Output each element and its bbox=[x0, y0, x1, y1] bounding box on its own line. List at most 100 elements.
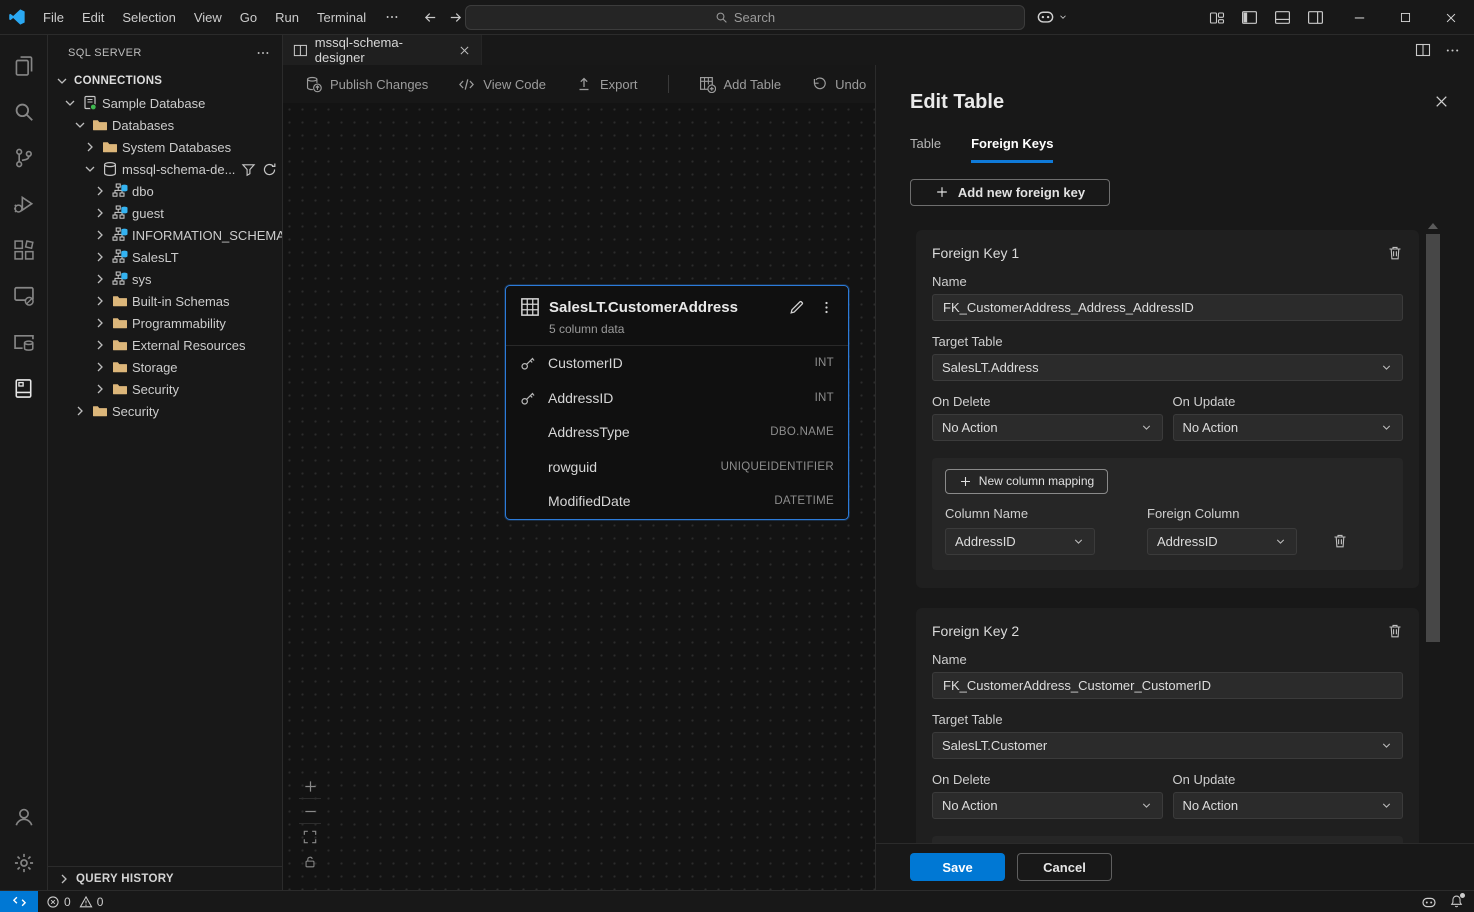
problems-indicator[interactable]: 0 0 bbox=[46, 895, 103, 909]
delete-foreign-key-icon[interactable] bbox=[1387, 623, 1403, 639]
menu-view[interactable]: View bbox=[185, 0, 231, 35]
tree-item-dbo[interactable]: dbo bbox=[48, 180, 282, 202]
window-maximize-button[interactable] bbox=[1382, 0, 1428, 35]
source-control-icon[interactable] bbox=[0, 135, 48, 181]
new-column-mapping-button[interactable]: New column mapping bbox=[945, 469, 1108, 494]
tab-foreign-keys[interactable]: Foreign Keys bbox=[971, 136, 1053, 163]
save-button[interactable]: Save bbox=[910, 853, 1005, 881]
mapping-foreign-select[interactable]: AddressID bbox=[1147, 528, 1297, 555]
mapping-column-select[interactable]: AddressID bbox=[945, 528, 1095, 555]
menu-edit[interactable]: Edit bbox=[73, 0, 113, 35]
menu-more-icon[interactable] bbox=[375, 10, 409, 24]
fit-view-icon[interactable] bbox=[299, 824, 321, 849]
delete-mapping-icon[interactable] bbox=[1332, 533, 1348, 549]
delete-foreign-key-icon[interactable] bbox=[1387, 245, 1403, 261]
schema-canvas[interactable]: SalesLT.CustomerAddress 5 column data bbox=[283, 103, 875, 890]
nav-back-icon[interactable] bbox=[423, 10, 438, 25]
scrollbar-thumb[interactable] bbox=[1426, 234, 1440, 642]
notifications-bell-icon[interactable] bbox=[1449, 894, 1464, 909]
zoom-out-icon[interactable] bbox=[299, 799, 321, 824]
fk2-on-update-select[interactable]: No Action bbox=[1173, 792, 1404, 819]
tab-mssql-schema-designer[interactable]: mssql-schema-designer bbox=[283, 35, 482, 65]
export-button[interactable]: Export bbox=[576, 76, 638, 92]
table-card-customeraddress[interactable]: SalesLT.CustomerAddress 5 column data bbox=[505, 285, 849, 520]
tree-item-security-db[interactable]: Security bbox=[48, 378, 282, 400]
column-row[interactable]: AddressType DBO.NAME bbox=[506, 415, 848, 450]
column-row[interactable]: ModifiedDate DATETIME bbox=[506, 484, 848, 519]
column-row[interactable]: AddressID INT bbox=[506, 381, 848, 416]
copilot-menu[interactable] bbox=[1036, 7, 1068, 26]
fk1-on-update-select[interactable]: No Action bbox=[1173, 414, 1404, 441]
tree-item-programmability[interactable]: Programmability bbox=[48, 312, 282, 334]
editor-more-actions-icon[interactable] bbox=[1445, 43, 1460, 58]
fk1-target-table-select[interactable]: SalesLT.Address bbox=[932, 354, 1403, 381]
menu-selection[interactable]: Selection bbox=[113, 0, 184, 35]
tree-item-sample-database[interactable]: Sample Database bbox=[48, 92, 282, 114]
split-editor-icon[interactable] bbox=[1415, 42, 1431, 58]
chevron-down-icon bbox=[1380, 739, 1393, 752]
refresh-icon[interactable] bbox=[262, 162, 277, 177]
tree-item-saleslt[interactable]: SalesLT bbox=[48, 246, 282, 268]
run-debug-icon[interactable] bbox=[0, 181, 48, 227]
publish-changes-button[interactable]: Publish Changes bbox=[305, 76, 428, 93]
sql-server-icon[interactable] bbox=[0, 319, 48, 365]
add-table-button[interactable]: Add Table bbox=[699, 76, 782, 93]
filter-icon[interactable] bbox=[241, 162, 256, 177]
fk2-on-delete-select[interactable]: No Action bbox=[932, 792, 1163, 819]
tree-item-mssql-schema-database[interactable]: mssql-schema-de... bbox=[48, 158, 282, 180]
command-search-box[interactable]: Search bbox=[465, 5, 1025, 30]
panel-close-icon[interactable] bbox=[1433, 93, 1450, 110]
toggle-primary-sidebar-icon[interactable] bbox=[1241, 9, 1258, 26]
extensions-icon[interactable] bbox=[0, 227, 48, 273]
remote-indicator[interactable] bbox=[0, 891, 38, 912]
add-new-foreign-key-button[interactable]: Add new foreign key bbox=[910, 179, 1110, 206]
cancel-button[interactable]: Cancel bbox=[1017, 853, 1112, 881]
fk2-target-table-select[interactable]: SalesLT.Customer bbox=[932, 732, 1403, 759]
sidebar-more-icon[interactable] bbox=[256, 46, 270, 60]
scroll-up-arrow[interactable] bbox=[1428, 223, 1438, 229]
tab-table[interactable]: Table bbox=[910, 136, 941, 163]
undo-button[interactable]: Undo bbox=[811, 76, 866, 92]
explorer-icon[interactable] bbox=[0, 43, 48, 89]
name-label: Name bbox=[932, 652, 1403, 667]
window-close-button[interactable] bbox=[1428, 0, 1474, 35]
menu-run[interactable]: Run bbox=[266, 0, 308, 35]
tree-item-builtin-schemas[interactable]: Built-in Schemas bbox=[48, 290, 282, 312]
tab-close-icon[interactable] bbox=[458, 44, 471, 57]
toggle-secondary-sidebar-icon[interactable] bbox=[1307, 9, 1324, 26]
search-view-icon[interactable] bbox=[0, 89, 48, 135]
toggle-panel-icon[interactable] bbox=[1274, 9, 1291, 26]
customize-layout-icon[interactable] bbox=[1209, 10, 1225, 26]
tree-item-security-server[interactable]: Security bbox=[48, 400, 282, 422]
menu-terminal[interactable]: Terminal bbox=[308, 0, 375, 35]
query-history-section[interactable]: QUERY HISTORY bbox=[48, 866, 282, 890]
schema-designer-icon[interactable] bbox=[0, 365, 48, 411]
copilot-status-icon[interactable] bbox=[1421, 894, 1437, 910]
fk1-name-input[interactable] bbox=[932, 294, 1403, 321]
account-icon[interactable] bbox=[0, 794, 48, 840]
tree-item-system-databases[interactable]: System Databases bbox=[48, 136, 282, 158]
table-kebab-menu-icon[interactable] bbox=[819, 300, 834, 315]
column-row[interactable]: CustomerID INT bbox=[506, 346, 848, 381]
nav-forward-icon[interactable] bbox=[448, 10, 463, 25]
window-minimize-button[interactable] bbox=[1336, 0, 1382, 35]
tree-item-guest[interactable]: guest bbox=[48, 202, 282, 224]
tree-item-databases[interactable]: Databases bbox=[48, 114, 282, 136]
tree-section-connections[interactable]: CONNECTIONS bbox=[48, 70, 282, 92]
zoom-in-icon[interactable] bbox=[299, 774, 321, 799]
fk1-on-delete-select[interactable]: No Action bbox=[932, 414, 1163, 441]
edit-table-pencil-icon[interactable] bbox=[788, 299, 805, 316]
view-code-button[interactable]: View Code bbox=[458, 76, 546, 93]
tree-item-external-resources[interactable]: External Resources bbox=[48, 334, 282, 356]
remote-explorer-icon[interactable] bbox=[0, 273, 48, 319]
menu-file[interactable]: File bbox=[34, 0, 73, 35]
column-row[interactable]: rowguid UNIQUEIDENTIFIER bbox=[506, 450, 848, 485]
menu-go[interactable]: Go bbox=[231, 0, 266, 35]
tree-item-sys[interactable]: sys bbox=[48, 268, 282, 290]
panel-scrollbar[interactable] bbox=[1426, 220, 1440, 843]
tree-item-storage[interactable]: Storage bbox=[48, 356, 282, 378]
settings-gear-icon[interactable] bbox=[0, 840, 48, 886]
lock-icon[interactable] bbox=[299, 849, 321, 874]
tree-item-information-schema[interactable]: INFORMATION_SCHEMA bbox=[48, 224, 282, 246]
fk2-name-input[interactable] bbox=[932, 672, 1403, 699]
